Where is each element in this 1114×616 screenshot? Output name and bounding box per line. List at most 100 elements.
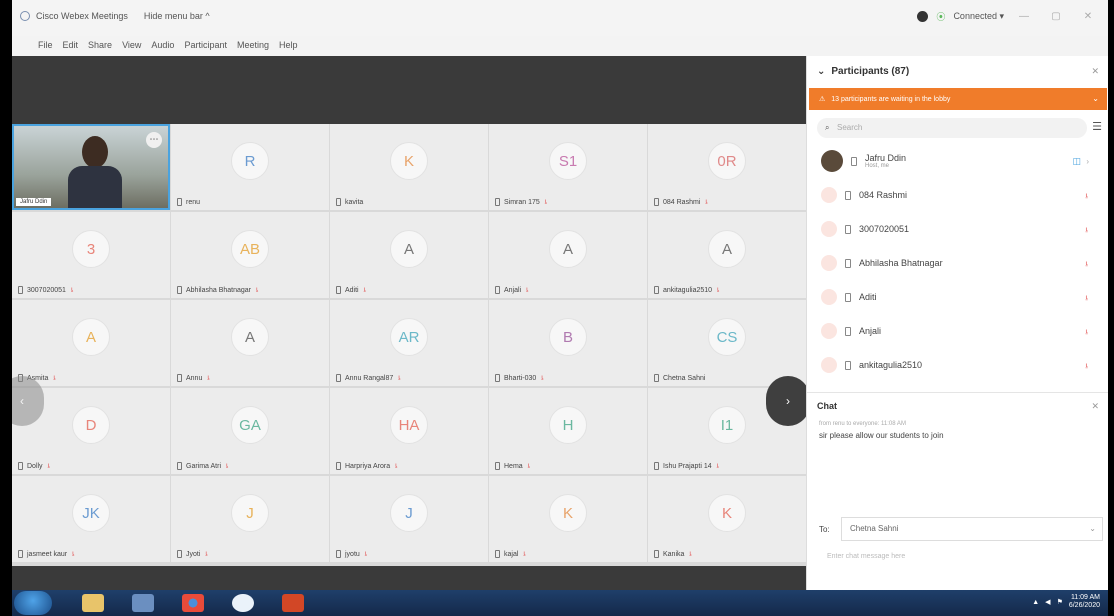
menu-bar: File Edit Share View Audio Participant M… bbox=[38, 40, 298, 50]
connection-status-dropdown[interactable]: Connected ▾ bbox=[953, 11, 1004, 22]
chat-recipient-select[interactable]: Chetna Sahni ⌄ bbox=[841, 517, 1103, 541]
participant-tile[interactable]: Kkavita bbox=[330, 124, 488, 210]
network-icon[interactable]: ▲ bbox=[1032, 599, 1039, 606]
video-tile-host[interactable]: ⋯ Jafru Ddin bbox=[12, 124, 170, 210]
participant-row[interactable]: ankitagulia2510 ⍸ bbox=[807, 348, 1108, 382]
powerpoint-icon[interactable] bbox=[282, 594, 304, 612]
muted-mic-icon[interactable]: ⍸ bbox=[1084, 292, 1089, 302]
camera-icon[interactable]: ◫ bbox=[1072, 156, 1081, 167]
muted-mic-icon[interactable]: ⍸ bbox=[1084, 224, 1089, 234]
phone-icon bbox=[336, 550, 341, 558]
muted-mic-icon: ⍸ bbox=[206, 374, 211, 381]
webex-taskbar-icon[interactable] bbox=[232, 594, 254, 612]
muted-mic-icon: ⍸ bbox=[394, 462, 399, 469]
chat-title[interactable]: Chat bbox=[817, 401, 837, 411]
participant-tile[interactable]: Rrenu bbox=[171, 124, 329, 210]
phone-icon bbox=[845, 224, 851, 234]
flag-icon[interactable]: ⚑ bbox=[1057, 598, 1063, 606]
participant-tile[interactable]: AB Abhilasha Bhatnagar ⍸ bbox=[171, 212, 329, 298]
next-page-button[interactable]: › bbox=[766, 376, 810, 426]
muted-mic-icon[interactable]: ⍸ bbox=[1084, 190, 1089, 200]
participant-tile[interactable]: A Asmita ⍸ bbox=[12, 300, 170, 386]
menu-help[interactable]: Help bbox=[279, 40, 298, 50]
participant-tile[interactable]: A Anjali ⍸ bbox=[489, 212, 647, 298]
muted-mic-icon[interactable]: ⍸ bbox=[1084, 326, 1089, 336]
participants-close-icon[interactable]: ✕ bbox=[1091, 66, 1099, 77]
windows-start-icon[interactable] bbox=[14, 591, 52, 615]
participant-row[interactable]: Aditi ⍸ bbox=[807, 280, 1108, 314]
participant-name: Dolly bbox=[27, 462, 43, 470]
muted-mic-icon: ⍸ bbox=[52, 374, 57, 381]
media-player-icon[interactable] bbox=[132, 594, 154, 612]
menu-meeting[interactable]: Meeting bbox=[237, 40, 269, 50]
avatar: AR bbox=[390, 318, 428, 356]
participant-tile[interactable]: K Kanika ⍸ bbox=[648, 476, 806, 562]
avatar bbox=[821, 255, 837, 271]
tile-name-label: kajal ⍸ bbox=[495, 550, 527, 558]
muted-mic-icon[interactable]: ⍸ bbox=[1084, 258, 1089, 268]
avatar bbox=[821, 289, 837, 305]
maximize-icon[interactable]: ▢ bbox=[1044, 11, 1068, 22]
menu-view[interactable]: View bbox=[122, 40, 141, 50]
participant-tile[interactable]: AR Annu Rangal87 ⍸ bbox=[330, 300, 488, 386]
chat-message-input[interactable]: Enter chat message here bbox=[827, 553, 905, 560]
participant-name: Bharti-030 bbox=[504, 374, 537, 382]
chevron-down-icon: ⌄ bbox=[1089, 524, 1096, 533]
participant-name: Annu bbox=[186, 374, 203, 382]
chrome-icon[interactable] bbox=[182, 594, 204, 612]
participant-tile[interactable]: B Bharti-030 ⍸ bbox=[489, 300, 647, 386]
host-video-feed bbox=[14, 126, 168, 208]
participant-tile[interactable]: S1 Simran 175 ⍸ bbox=[489, 124, 647, 210]
participant-tile[interactable]: 3 3007020051 ⍸ bbox=[12, 212, 170, 298]
chevron-right-icon[interactable]: › bbox=[1086, 157, 1089, 166]
chevron-down-icon: ⌄ bbox=[817, 65, 826, 77]
participant-row[interactable]: Anjali ⍸ bbox=[807, 314, 1108, 348]
clock[interactable]: 11:09 AM 6/26/2020 bbox=[1069, 594, 1100, 610]
muted-mic-icon: ⍸ bbox=[69, 286, 75, 293]
menu-edit[interactable]: Edit bbox=[63, 40, 79, 50]
participant-tile[interactable]: GA Garima Atri ⍸ bbox=[171, 388, 329, 474]
participant-tile[interactable]: CS Chetna Sahni bbox=[648, 300, 806, 386]
participant-tile[interactable]: H Hema ⍸ bbox=[489, 388, 647, 474]
participant-tile[interactable]: Kkajal ⍸ bbox=[489, 476, 647, 562]
participant-tile[interactable]: JK jasmeet kaur ⍸ bbox=[12, 476, 170, 562]
participant-search-input[interactable]: ⌕ Search bbox=[817, 118, 1087, 138]
participant-tile[interactable]: A Aditi ⍸ bbox=[330, 212, 488, 298]
muted-mic-icon[interactable]: ⍸ bbox=[1084, 360, 1089, 370]
menu-audio[interactable]: Audio bbox=[151, 40, 174, 50]
volume-icon[interactable]: ◀ bbox=[1045, 598, 1050, 606]
avatar: D bbox=[72, 406, 110, 444]
participant-row[interactable]: 3007020051 ⍸ bbox=[807, 212, 1108, 246]
app-title: Cisco Webex Meetings bbox=[36, 11, 128, 21]
participant-tile[interactable]: Aankitagulia2510 ⍸ bbox=[648, 212, 806, 298]
more-options-icon[interactable]: ⋯ bbox=[146, 132, 162, 148]
participant-row[interactable]: 084 Rashmi ⍸ bbox=[807, 178, 1108, 212]
menu-file[interactable]: File bbox=[38, 40, 53, 50]
menu-share[interactable]: Share bbox=[88, 40, 112, 50]
video-person-body bbox=[68, 166, 122, 208]
lobby-expand-icon[interactable]: ⌄ bbox=[1092, 94, 1099, 103]
participant-row-host[interactable]: Jafru Ddin Host, me ◫ › bbox=[807, 144, 1108, 178]
menu-participant[interactable]: Participant bbox=[184, 40, 227, 50]
lobby-banner[interactable]: ⚠ 13 participants are waiting in the lob… bbox=[809, 88, 1107, 110]
participant-name: Hema bbox=[504, 462, 523, 470]
panel-menu-icon[interactable]: ☰ bbox=[1092, 120, 1102, 133]
avatar: B bbox=[549, 318, 587, 356]
participant-tile[interactable]: A Annu ⍸ bbox=[171, 300, 329, 386]
avatar: A bbox=[549, 230, 587, 268]
minimize-icon[interactable]: — bbox=[1012, 11, 1036, 22]
participant-tile[interactable]: J Jyoti ⍸ bbox=[171, 476, 329, 562]
file-explorer-icon[interactable] bbox=[82, 594, 104, 612]
hide-menu-bar-button[interactable]: Hide menu bar ^ bbox=[144, 11, 210, 21]
participant-tile[interactable]: 0R 084 Rashmi ⍸ bbox=[648, 124, 806, 210]
participant-name: Jafru Ddin bbox=[865, 153, 907, 163]
participant-tile[interactable]: HA Harpriya Arora ⍸ bbox=[330, 388, 488, 474]
participants-header[interactable]: ⌄ Participants (87) ✕ bbox=[807, 56, 1108, 86]
participant-row[interactable]: Abhilasha Bhatnagar ⍸ bbox=[807, 246, 1108, 280]
close-icon[interactable]: ✕ bbox=[1076, 11, 1100, 22]
chat-section: Chat ✕ from renu to everyone: 11:08 AM s… bbox=[807, 392, 1108, 590]
phone-icon bbox=[654, 462, 659, 470]
chat-close-icon[interactable]: ✕ bbox=[1091, 401, 1099, 412]
info-icon[interactable] bbox=[917, 11, 929, 22]
participant-tile[interactable]: Jjyotu ⍸ bbox=[330, 476, 488, 562]
